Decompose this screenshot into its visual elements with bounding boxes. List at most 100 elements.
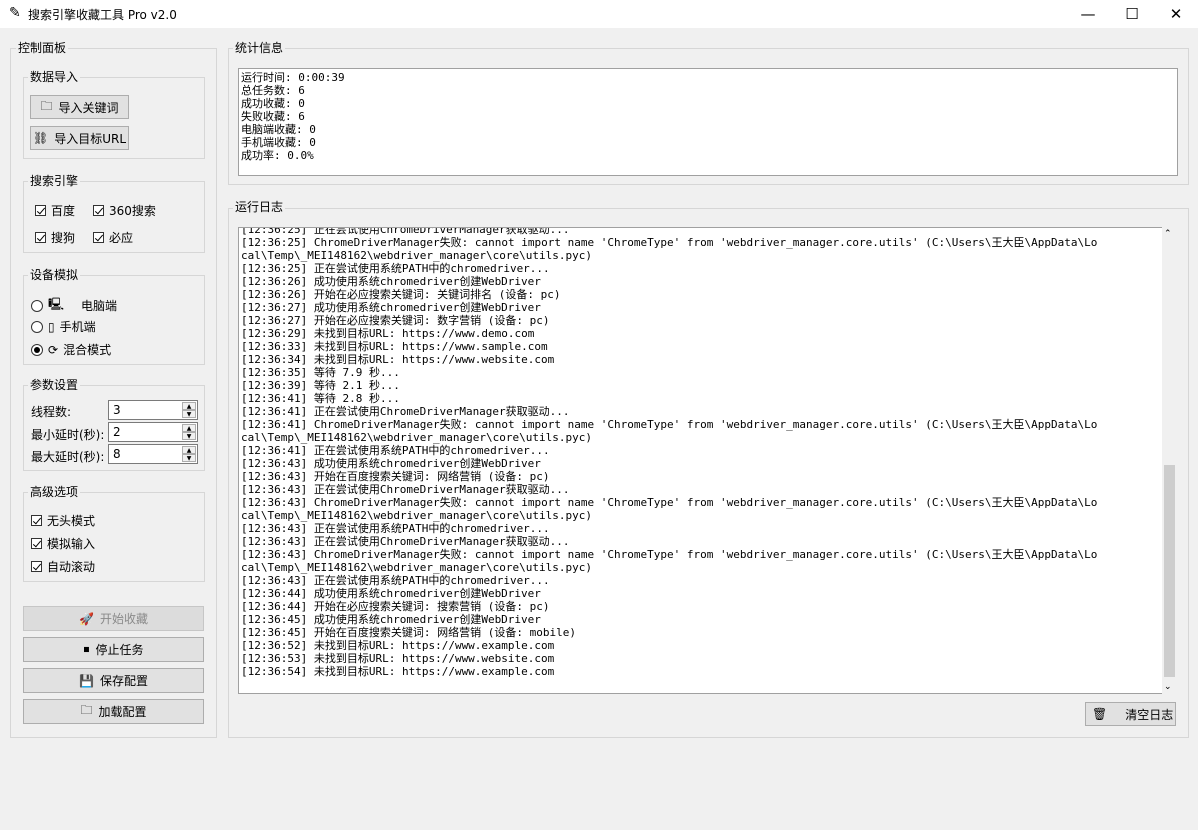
log-line: cal\Temp\_MEI148162\webdriver_manager\co…: [241, 431, 592, 444]
close-button[interactable]: ✕: [1154, 0, 1198, 28]
radio-icon: [31, 299, 43, 312]
headless-checkbox[interactable]: 无头模式: [31, 512, 95, 529]
window-title: 搜索引擎收藏工具 Pro v2.0: [28, 8, 177, 22]
params-label: 参数设置: [28, 378, 81, 392]
clear-log-button[interactable]: 🗑 清空日志: [1085, 702, 1176, 726]
log-line: [12:36:41] 等待 2.8 秒...: [241, 392, 400, 405]
log-line: [12:36:35] 等待 7.9 秒...: [241, 366, 400, 379]
log-line: [12:36:25] 正在尝试使用ChromeDriverManager获取驱动…: [241, 227, 570, 236]
control-panel-label: 控制面板: [16, 41, 69, 55]
option-label: 模拟输入: [47, 537, 96, 551]
search-engine-label: 搜索引擎: [28, 174, 81, 188]
stats-label: 统计信息: [233, 41, 286, 55]
log-line: [12:36:53] 未找到目标URL: https://www.website…: [241, 652, 555, 665]
spin-down-icon[interactable]: ▼: [182, 454, 196, 462]
import-keywords-label: 导入关键词: [58, 100, 119, 115]
stats-line: 手机端收藏: 0: [241, 136, 316, 149]
save-icon: 💾: [79, 673, 94, 688]
checkbox-icon: [93, 232, 104, 243]
device-pc-radio[interactable]: 🖳 电脑端: [31, 295, 117, 316]
spin-up-icon[interactable]: ▲: [182, 446, 196, 454]
title-bar: ✎ 搜索引擎收藏工具 Pro v2.0 — ☐ ✕: [0, 0, 1198, 28]
log-line: [12:36:45] 成功使用系统chromedriver创建WebDriver: [241, 613, 541, 626]
clear-log-label: 清空日志: [1125, 707, 1174, 722]
engine-label: 360搜索: [109, 204, 156, 218]
stop-button[interactable]: ⏹ 停止任务: [23, 637, 204, 662]
log-line: [12:36:45] 开始在百度搜索关键词: 网络营销 (设备: mobile): [241, 626, 576, 639]
start-label: 开始收藏: [99, 612, 148, 626]
log-line: [12:36:39] 等待 2.1 秒...: [241, 379, 400, 392]
scroll-up-icon[interactable]: ⌃: [1164, 229, 1172, 239]
log-line: [12:36:26] 开始在必应搜索关键词: 关键词排名 (设备: pc): [241, 288, 561, 301]
log-text[interactable]: [12:36:25] 正在尝试使用ChromeDriverManager获取驱动…: [238, 227, 1163, 694]
log-line: cal\Temp\_MEI148162\webdriver_manager\co…: [241, 561, 592, 574]
log-line: [12:36:43] 正在尝试使用系统PATH中的chromedriver...: [241, 574, 550, 587]
log-line: [12:36:43] ChromeDriverManager失败: cannot…: [241, 548, 1098, 561]
stats-line: 总任务数: 6: [241, 84, 305, 97]
import-urls-label: 导入目标URL: [54, 131, 127, 146]
load-config-button[interactable]: 🗀 加载配置: [23, 699, 204, 724]
engine-360-checkbox[interactable]: 360搜索: [93, 202, 156, 219]
checkbox-icon: [31, 561, 42, 572]
data-import-label: 数据导入: [28, 70, 81, 84]
log-line: [12:36:25] 正在尝试使用系统PATH中的chromedriver...: [241, 262, 550, 275]
device-label: 设备模拟: [28, 268, 81, 282]
min-delay-label: 最小延时(秒):: [31, 428, 105, 442]
rocket-icon: 🚀: [79, 611, 94, 626]
phone-icon: ▯: [48, 319, 55, 334]
log-line: [12:36:43] 成功使用系统chromedriver创建WebDriver: [241, 457, 541, 470]
scroll-down-icon[interactable]: ⌄: [1164, 682, 1172, 692]
engine-label: 搜狗: [51, 231, 76, 245]
max-delay-value: 8: [113, 447, 121, 461]
log-line: [12:36:34] 未找到目标URL: https://www.website…: [241, 353, 555, 366]
radio-icon: [31, 320, 43, 333]
maximize-button[interactable]: ☐: [1110, 0, 1154, 28]
auto-scroll-checkbox[interactable]: 自动滚动: [31, 558, 95, 575]
log-line: [12:36:44] 成功使用系统chromedriver创建WebDriver: [241, 587, 541, 600]
log-line: [12:36:25] ChromeDriverManager失败: cannot…: [241, 236, 1098, 249]
engine-bing-checkbox[interactable]: 必应: [93, 229, 133, 246]
scroll-thumb[interactable]: [1164, 465, 1175, 677]
spin-up-icon[interactable]: ▲: [182, 402, 196, 410]
engine-baidu-checkbox[interactable]: 百度: [35, 202, 75, 219]
device-mobile-radio[interactable]: ▯ 手机端: [31, 318, 96, 335]
spin-up-icon[interactable]: ▲: [182, 424, 196, 432]
engine-sogou-checkbox[interactable]: 搜狗: [35, 229, 75, 246]
stats-line: 失败收藏: 6: [241, 110, 305, 123]
device-option-label: 手机端: [59, 320, 96, 334]
threads-spinbox[interactable]: 3 ▲ ▼: [108, 400, 198, 420]
folder-icon: 🗀: [40, 98, 53, 113]
stats-text: 运行时间: 0:00:39 总任务数: 6 成功收藏: 0 失败收藏: 6 电脑端收藏:…: [238, 68, 1178, 176]
link-icon: ⛓: [32, 131, 49, 145]
threads-label: 线程数:: [31, 405, 72, 419]
min-delay-value: 2: [113, 425, 121, 439]
spin-down-icon[interactable]: ▼: [182, 410, 196, 418]
minimize-button[interactable]: —: [1066, 0, 1110, 28]
min-delay-spinbox[interactable]: 2 ▲ ▼: [108, 422, 198, 442]
feather-icon: ✎: [9, 5, 21, 21]
stats-line: 成功收藏: 0: [241, 97, 305, 110]
checkbox-icon: [35, 205, 46, 216]
checkbox-icon: [93, 205, 104, 216]
spin-down-icon[interactable]: ▼: [182, 432, 196, 440]
log-scrollbar[interactable]: ⌃ ⌄: [1162, 227, 1177, 694]
import-keywords-button[interactable]: 🗀 导入关键词: [30, 95, 129, 119]
trash-icon: 🗑: [1092, 707, 1108, 721]
folder-icon: 🗀: [80, 703, 93, 717]
log-line: [12:36:33] 未找到目标URL: https://www.sample.…: [241, 340, 548, 353]
radio-icon: [31, 343, 43, 356]
option-label: 自动滚动: [47, 560, 96, 574]
checkbox-icon: [31, 538, 42, 549]
threads-value: 3: [113, 403, 121, 417]
start-button[interactable]: 🚀 开始收藏: [23, 606, 204, 631]
max-delay-label: 最大延时(秒):: [31, 450, 105, 464]
device-option-label: 电脑端: [81, 299, 118, 313]
log-content: [12:36:25] 正在尝试使用ChromeDriverManager获取驱动…: [241, 227, 1160, 678]
log-line: [12:36:43] 正在尝试使用ChromeDriverManager获取驱动…: [241, 483, 570, 496]
save-config-button[interactable]: 💾 保存配置: [23, 668, 204, 693]
simulate-input-checkbox[interactable]: 模拟输入: [31, 535, 95, 552]
max-delay-spinbox[interactable]: 8 ▲ ▼: [108, 444, 198, 464]
stop-icon: ⏹: [83, 642, 90, 656]
device-mixed-radio[interactable]: ⟳ 混合模式: [31, 341, 111, 358]
import-urls-button[interactable]: ⛓ 导入目标URL: [30, 126, 129, 150]
